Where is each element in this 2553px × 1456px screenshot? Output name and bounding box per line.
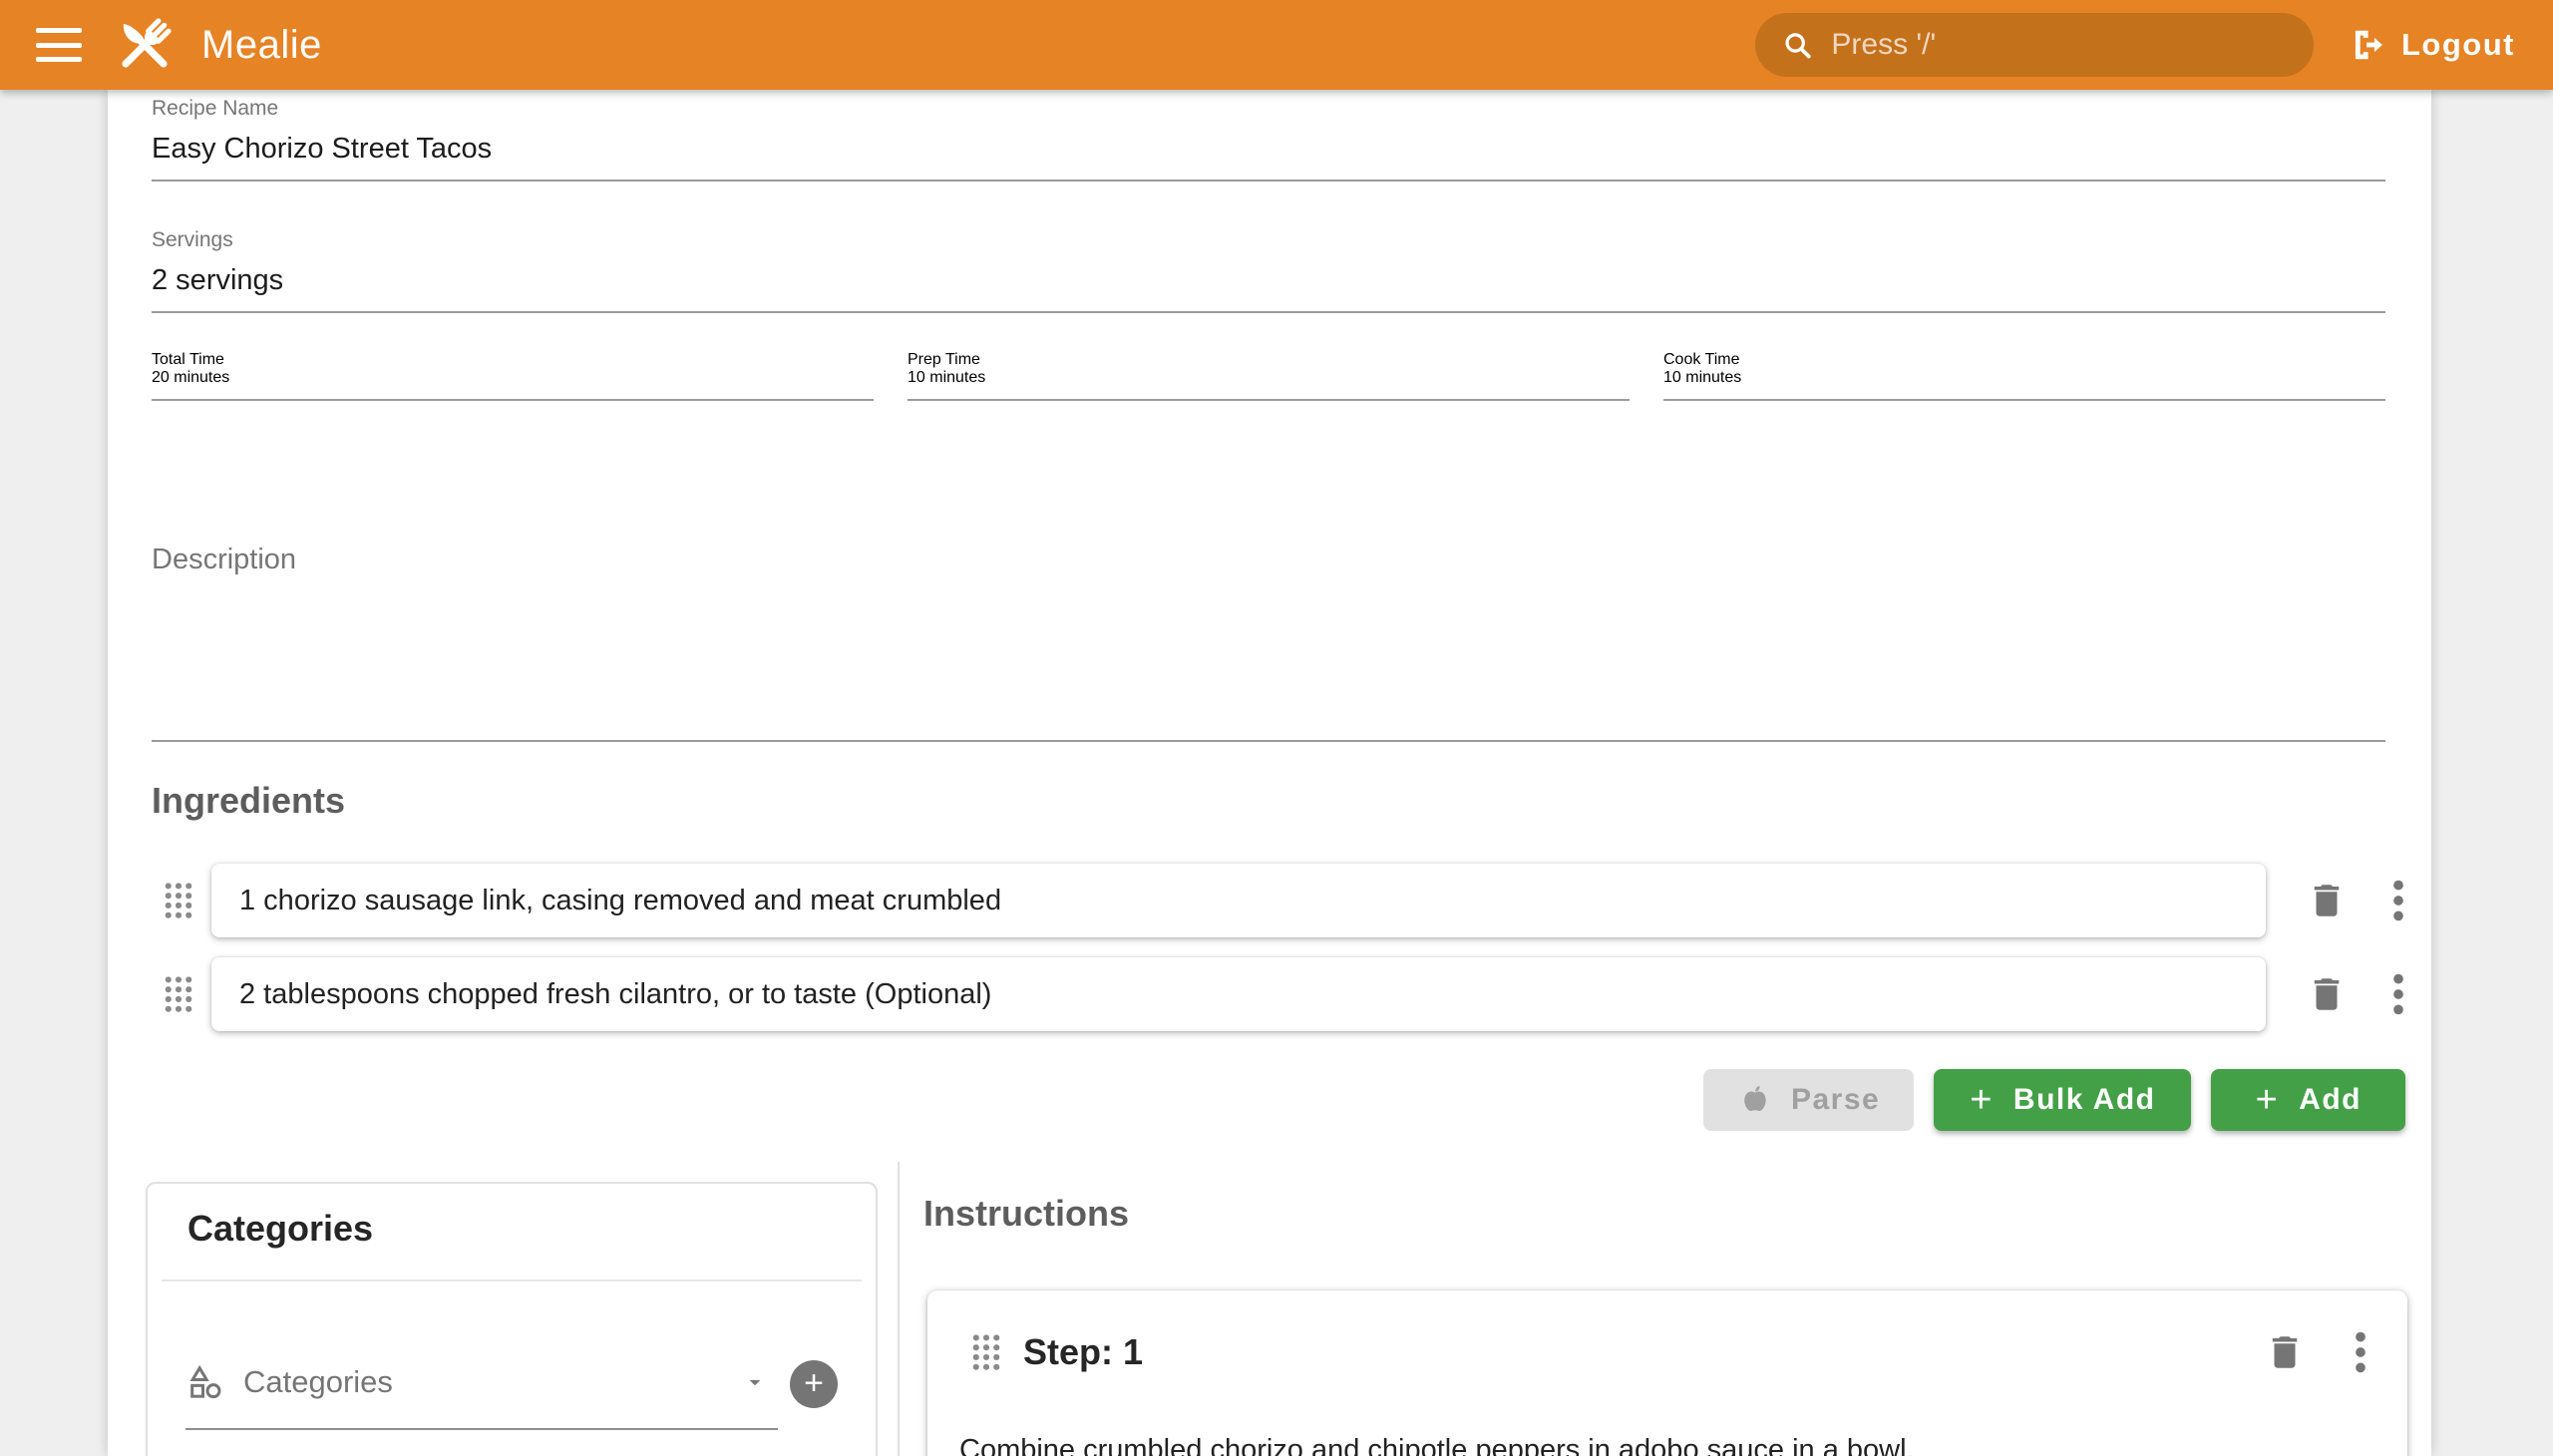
parse-label: Parse <box>1791 1083 1880 1117</box>
delete-ingredient-icon[interactable] <box>2306 880 2348 921</box>
ingredient-row: 1 chorizo sausage link, casing removed a… <box>152 864 2405 937</box>
recipe-name-value[interactable]: Easy Chorizo Street Tacos <box>152 130 2385 168</box>
cook-time-value[interactable]: 10 minutes <box>1663 369 2385 387</box>
mealie-logo-icon <box>112 12 178 78</box>
cook-time-label: Cook Time <box>1663 351 2385 369</box>
add-category-button[interactable]: + <box>790 1360 838 1408</box>
categories-select-label: Categories <box>243 1364 393 1400</box>
categories-divider <box>162 1279 862 1281</box>
plus-icon: + <box>1970 1081 1994 1119</box>
search-icon <box>1781 27 1813 63</box>
total-time-value[interactable]: 20 minutes <box>152 369 874 387</box>
categories-title: Categories <box>187 1208 373 1250</box>
description-field[interactable]: Description <box>152 527 2385 742</box>
categories-select[interactable]: Categories <box>185 1335 778 1430</box>
ingredient-text: 2 tablespoons chopped fresh cilantro, or… <box>239 978 991 1011</box>
instruction-step-card: Step: 1 Combine crumbled chorizo and chi… <box>927 1290 2407 1456</box>
app-title: Mealie <box>201 23 322 68</box>
prep-time-field[interactable]: Prep Time 10 minutes <box>908 351 1630 401</box>
ingredient-row: 2 tablespoons chopped fresh cilantro, or… <box>152 957 2405 1031</box>
bulk-add-label: Bulk Add <box>2013 1083 2156 1117</box>
ingredient-input[interactable]: 2 tablespoons chopped fresh cilantro, or… <box>211 957 2266 1031</box>
logout-label: Logout <box>2401 27 2515 63</box>
description-label: Description <box>152 541 2385 578</box>
categories-card: Categories Categories + <box>146 1182 878 1456</box>
bulk-add-button[interactable]: + Bulk Add <box>1934 1069 2191 1131</box>
add-ingredient-button[interactable]: + Add <box>2211 1069 2405 1131</box>
cook-time-field[interactable]: Cook Time 10 minutes <box>1663 351 2385 401</box>
ingredients-actions: Parse + Bulk Add + Add <box>152 1069 2405 1131</box>
ingredients-heading: Ingredients <box>152 780 345 822</box>
add-label: Add <box>2299 1083 2362 1117</box>
recipe-name-label: Recipe Name <box>152 96 2385 122</box>
logout-button[interactable]: Logout <box>2348 26 2515 64</box>
delete-ingredient-icon[interactable] <box>2306 973 2348 1015</box>
servings-value[interactable]: 2 servings <box>152 261 2385 299</box>
recipe-editor-sheet: Recipe Name Easy Chorizo Street Tacos Se… <box>108 90 2431 1456</box>
ingredient-input[interactable]: 1 chorizo sausage link, casing removed a… <box>211 864 2266 937</box>
servings-field[interactable]: Servings 2 servings <box>152 227 2385 313</box>
total-time-label: Total Time <box>152 351 874 369</box>
plus-icon: + <box>804 1366 824 1400</box>
times-row: Total Time 20 minutes Prep Time 10 minut… <box>152 351 2385 401</box>
logout-icon <box>2348 26 2385 64</box>
instructions-heading: Instructions <box>923 1193 1129 1235</box>
step-text[interactable]: Combine crumbled chorizo and chipotle pe… <box>959 1430 2368 1456</box>
ingredient-text: 1 chorizo sausage link, casing removed a… <box>239 885 1001 917</box>
ingredient-more-options-icon[interactable] <box>2391 879 2405 922</box>
delete-step-icon[interactable] <box>2264 1331 2306 1373</box>
app-bar: Mealie Logout <box>0 0 2553 90</box>
prep-time-value[interactable]: 10 minutes <box>908 369 1630 387</box>
drag-handle-icon[interactable] <box>164 975 193 1013</box>
servings-label: Servings <box>152 227 2385 253</box>
category-shapes-icon <box>185 1362 225 1402</box>
search-bar[interactable] <box>1755 13 2314 77</box>
dropdown-caret-icon[interactable] <box>742 1369 768 1395</box>
drag-handle-icon[interactable] <box>971 1333 1001 1371</box>
drag-handle-icon[interactable] <box>164 882 193 919</box>
total-time-field[interactable]: Total Time 20 minutes <box>152 351 874 401</box>
recipe-name-field[interactable]: Recipe Name Easy Chorizo Street Tacos <box>152 96 2385 182</box>
apple-icon <box>1737 1082 1773 1118</box>
search-input[interactable] <box>1831 28 2288 62</box>
step-header: Step: 1 <box>971 1330 2368 1374</box>
menu-icon[interactable] <box>36 28 82 62</box>
parse-button[interactable]: Parse <box>1703 1069 1914 1131</box>
step-more-options-icon[interactable] <box>2354 1330 2368 1374</box>
prep-time-label: Prep Time <box>908 351 1630 369</box>
column-divider <box>898 1162 900 1456</box>
step-title: Step: 1 <box>1023 1331 1143 1373</box>
ingredient-more-options-icon[interactable] <box>2391 972 2405 1016</box>
plus-icon: + <box>2255 1081 2279 1119</box>
